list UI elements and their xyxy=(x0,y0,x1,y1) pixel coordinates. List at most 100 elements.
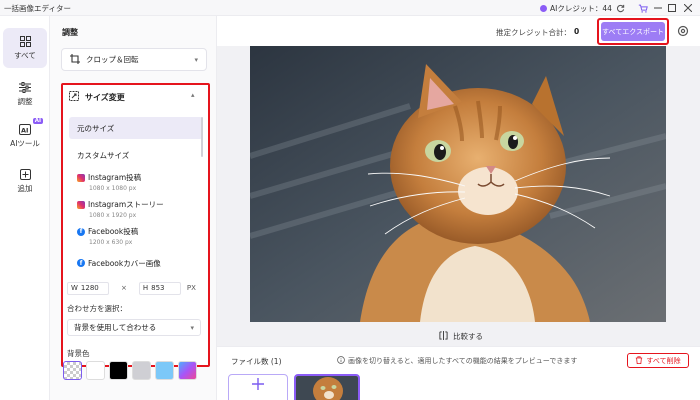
left-rail: すべて 調整 AI AI AIツール 追加 xyxy=(0,16,50,400)
facebook-icon: f xyxy=(77,227,85,236)
chevron-down-icon: ▾ xyxy=(194,56,198,64)
estimate-label: 推定クレジット合計： xyxy=(496,28,571,37)
resize-label: サイズ変更 xyxy=(85,92,125,102)
title-bar: 一括画像エディター AIクレジット：44 xyxy=(0,0,700,16)
fit-value: 背景を使用して合わせる xyxy=(74,323,157,332)
swatch-white[interactable] xyxy=(86,361,105,380)
resize-option-instagram-post[interactable]: Instagram投稿 1080 x 1080 px xyxy=(69,171,203,193)
option-label: Instagram投稿 xyxy=(88,173,142,182)
info-icon xyxy=(337,356,345,366)
refresh-icon[interactable] xyxy=(614,2,626,14)
add-image-tile[interactable] xyxy=(228,374,288,400)
width-value: 1280 xyxy=(80,284,99,292)
resize-option-facebook-cover[interactable]: f Facebookカバー画像 xyxy=(69,252,203,273)
scrollbar[interactable] xyxy=(201,117,203,157)
estimate-value: 0 xyxy=(574,27,580,36)
fit-label: 合わせ方を選択： xyxy=(67,304,127,313)
ai-credit: AIクレジット：44 xyxy=(540,3,612,14)
minimize-icon[interactable] xyxy=(652,2,664,14)
app-title: 一括画像エディター xyxy=(4,4,71,13)
width-label: W xyxy=(71,284,78,292)
compare-icon xyxy=(439,331,448,342)
preview-hint: 画像を切り替えると、適用したすべての機能の結果をプレビューできます xyxy=(337,356,577,366)
rail-label: 調整 xyxy=(17,97,33,106)
option-size: 1080 x 1080 px xyxy=(89,185,137,192)
resize-option-original[interactable]: 元のサイズ xyxy=(69,117,203,139)
rail-item-adjust[interactable]: 調整 xyxy=(3,74,47,114)
maximize-icon[interactable] xyxy=(666,2,678,14)
ai-icon: AI xyxy=(19,123,31,135)
main-area: 推定クレジット合計： 0 すべてエクスポート 比較する ファイル数 (1) 画像… xyxy=(217,16,700,400)
cat-photo xyxy=(250,46,666,322)
height-value: 853 xyxy=(151,284,165,292)
trash-icon xyxy=(635,355,643,366)
times-sign: × xyxy=(121,284,127,292)
instagram-icon xyxy=(77,200,85,209)
background-swatches xyxy=(63,361,197,380)
fit-select[interactable]: 背景を使用して合わせる ▾ xyxy=(67,319,201,336)
height-field[interactable]: H 853 xyxy=(138,281,181,295)
unit-label: PX xyxy=(186,284,196,292)
background-color-label: 背景色 xyxy=(67,349,90,358)
delete-all-label: すべて削除 xyxy=(646,356,681,365)
plus-square-icon xyxy=(19,168,31,180)
option-label: カスタムサイズ xyxy=(77,150,130,160)
option-size: 1080 x 1920 px xyxy=(89,212,137,219)
ai-badge: AI xyxy=(32,118,43,124)
rail-item-all[interactable]: すべて xyxy=(3,28,47,68)
close-icon[interactable] xyxy=(682,2,694,14)
option-label: 元のサイズ xyxy=(77,123,115,133)
swatch-light-blue[interactable] xyxy=(155,361,174,380)
resize-section: サイズ変更 ▴ 元のサイズ カスタムサイズ Instagram投稿 1080 x… xyxy=(61,83,210,367)
panel-heading: 調整 xyxy=(62,28,78,37)
rail-label: すべて xyxy=(14,51,36,60)
preview-image xyxy=(250,46,666,322)
swatch-gray[interactable] xyxy=(132,361,151,380)
file-count: ファイル数 (1) xyxy=(231,357,282,366)
swatch-gradient[interactable] xyxy=(178,361,197,380)
resize-icon xyxy=(69,91,79,103)
ai-credit-label: AIクレジット：44 xyxy=(550,4,612,13)
rail-label: 追加 xyxy=(17,184,33,193)
option-label: Facebook投稿 xyxy=(88,227,139,236)
swatch-transparent[interactable] xyxy=(63,361,82,380)
resize-header[interactable]: サイズ変更 xyxy=(69,91,125,103)
compare-label: 比較する xyxy=(453,332,483,341)
ai-credit-icon xyxy=(540,5,547,12)
crop-rotate-label: クロップ＆回転 xyxy=(86,55,139,64)
top-bar: 推定クレジット合計： 0 すべてエクスポート xyxy=(217,16,700,46)
width-field[interactable]: W 1280 xyxy=(67,281,109,295)
instagram-icon xyxy=(77,173,85,182)
settings-icon[interactable] xyxy=(677,25,689,37)
hint-text: 画像を切り替えると、適用したすべての機能の結果をプレビューできます xyxy=(348,357,578,365)
resize-option-custom[interactable]: カスタムサイズ xyxy=(69,144,203,166)
crop-icon xyxy=(70,53,80,66)
delete-all-button[interactable]: すべて削除 xyxy=(627,353,689,368)
crop-rotate-row[interactable]: クロップ＆回転 ▾ xyxy=(61,48,207,71)
option-label: Facebookカバー画像 xyxy=(88,258,161,268)
rail-item-ai-tools[interactable]: AI AI AIツール xyxy=(3,116,47,156)
image-thumbnail[interactable] xyxy=(294,374,360,400)
rail-item-add[interactable]: 追加 xyxy=(3,161,47,201)
resize-option-instagram-story[interactable]: Instagramストーリー 1080 x 1920 px xyxy=(69,198,203,220)
file-strip: ファイル数 (1) 画像を切り替えると、適用したすべての機能の結果をプレビューで… xyxy=(217,346,700,400)
plus-icon xyxy=(252,378,264,400)
chevron-up-icon[interactable]: ▴ xyxy=(191,91,195,99)
svg-text:AI: AI xyxy=(21,126,28,134)
compare-button[interactable]: 比較する xyxy=(439,331,483,342)
swatch-black[interactable] xyxy=(109,361,128,380)
cart-icon[interactable] xyxy=(637,2,649,14)
height-label: H xyxy=(142,284,149,292)
export-highlight: すべてエクスポート xyxy=(597,18,669,45)
sliders-icon xyxy=(19,81,31,93)
facebook-icon: f xyxy=(77,259,85,267)
grid-icon xyxy=(19,35,31,47)
rail-label: AIツール xyxy=(10,139,40,148)
dimension-row: W 1280 × H 853 PX xyxy=(67,281,205,295)
resize-option-facebook-post[interactable]: f Facebook投稿 1200 x 630 px xyxy=(69,225,203,247)
option-size: 1200 x 630 px xyxy=(89,239,133,246)
chevron-down-icon: ▾ xyxy=(190,324,194,332)
export-all-button[interactable]: すべてエクスポート xyxy=(601,22,665,41)
option-label: Instagramストーリー xyxy=(88,200,164,209)
resize-options-list: 元のサイズ カスタムサイズ Instagram投稿 1080 x 1080 px… xyxy=(69,117,203,273)
